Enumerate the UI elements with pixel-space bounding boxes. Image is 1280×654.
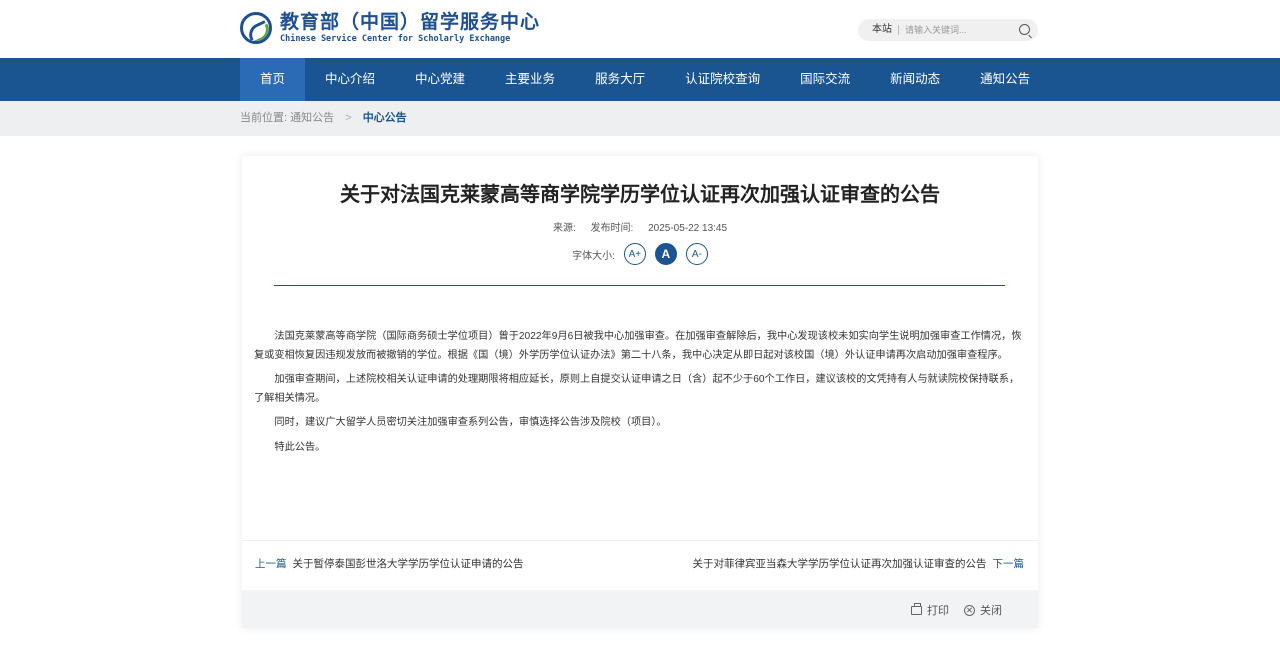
article-title: 关于对法国克莱蒙高等商学院学历学位认证再次加强认证审查的公告: [340, 184, 940, 206]
logo-chinese-name: 教育部（中国）留学服务中心: [280, 10, 541, 33]
next-article-title: 关于对菲律宾亚当森大学学历学位认证再次加强认证审查的公告: [692, 558, 987, 570]
logo-english-name: Chinese Service Center for Scholarly Exc…: [280, 33, 511, 44]
breadcrumb-parent[interactable]: 通知公告: [290, 112, 334, 124]
prev-tag: 上一篇: [255, 558, 287, 570]
article-paragraph: 加强审查期间，上述院校相关认证申请的处理期限将相应延长，原则上自提交认证申请之日…: [254, 374, 1020, 404]
prev-article-title: 关于暂停泰国彭世洛大学学历学位认证申请的公告: [292, 558, 524, 570]
font-size-control: 字体大小: A+ A A-: [242, 243, 1038, 265]
font-increase-button[interactable]: A+: [623, 243, 646, 265]
nav-item-school-query[interactable]: 认证院校查询: [665, 58, 780, 101]
search-scope[interactable]: 本站: [866, 25, 899, 35]
article-body: 法国克莱蒙高等商学院（国际商务硕士学位项目）曾于2022年9月6日被我中心加强审…: [254, 328, 1027, 463]
article-meta: 来源: 发布时间: 2025-05-22 13:45: [242, 219, 1038, 234]
main-nav: 首页 中心介绍 中心党建 主要业务 服务大厅 认证院校查询 国际交流 新闻动态 …: [0, 58, 1280, 101]
next-tag: 下一篇: [992, 558, 1025, 570]
nav-item-about[interactable]: 中心介绍: [305, 58, 395, 101]
breadcrumb: 当前位置: 通知公告 > 中心公告: [240, 101, 407, 136]
close-circle-icon: [964, 604, 975, 616]
search-input[interactable]: [905, 25, 1015, 35]
site-logo[interactable]: 教育部（中国）留学服务中心 Chinese Service Center for…: [240, 10, 540, 46]
nav-item-news[interactable]: 新闻动态: [870, 58, 960, 101]
print-button[interactable]: 打印: [911, 602, 949, 618]
article-tools: 打印 关闭: [242, 590, 1038, 628]
article-source-label: 来源:: [552, 223, 576, 234]
article-publish-time: 发布时间: 2025-05-22 13:45: [591, 223, 728, 234]
logo-text: 教育部（中国）留学服务中心 Chinese Service Center for…: [280, 10, 541, 44]
font-size-label: 字体大小:: [572, 250, 615, 262]
article-pager: 上一篇 关于暂停泰国彭世洛大学学历学位认证申请的公告 关于对菲律宾亚当森大学学历学…: [242, 540, 1038, 590]
nav-item-international[interactable]: 国际交流: [780, 58, 870, 101]
article-paragraph: 特此公告。: [274, 441, 326, 453]
site-header: 教育部（中国）留学服务中心 Chinese Service Center for…: [0, 0, 1280, 58]
search-icon[interactable]: [1019, 24, 1030, 35]
publish-time-value: 2025-05-22 13:45: [648, 223, 728, 234]
print-label: 打印: [927, 605, 949, 617]
article-card: 关于对法国克莱蒙高等商学院学历学位认证再次加强认证审查的公告 来源: 发布时间:…: [242, 156, 1038, 628]
breadcrumb-bar: 当前位置: 通知公告 > 中心公告: [0, 101, 1280, 136]
nav-item-service-hall[interactable]: 服务大厅: [575, 58, 665, 101]
nav-item-home[interactable]: 首页: [240, 58, 306, 101]
article-paragraph: 法国克莱蒙高等商学院（国际商务硕士学位项目）曾于2022年9月6日被我中心加强审…: [254, 331, 1022, 361]
close-button[interactable]: 关闭: [964, 602, 1002, 618]
title-divider: [274, 285, 1005, 286]
breadcrumb-separator: >: [345, 112, 352, 124]
nav-item-notices[interactable]: 通知公告: [960, 58, 1050, 101]
article-paragraph: 同时，建议广大留学人员密切关注加强审查系列公告，审慎选择公告涉及院校（项目）。: [274, 417, 667, 428]
font-decrease-button[interactable]: A-: [685, 243, 708, 265]
nav-item-party[interactable]: 中心党建: [395, 58, 485, 101]
logo-emblem-icon: [240, 12, 272, 44]
close-label: 关闭: [980, 605, 1002, 617]
next-article-link[interactable]: 关于对菲律宾亚当森大学学历学位认证再次加强认证审查的公告 下一篇: [693, 556, 1025, 571]
publish-label: 发布时间:: [590, 223, 634, 234]
font-default-button[interactable]: A: [654, 243, 677, 265]
nav-item-business[interactable]: 主要业务: [485, 58, 575, 101]
printer-icon: [911, 602, 922, 615]
prev-article-link[interactable]: 上一篇 关于暂停泰国彭世洛大学学历学位认证申请的公告: [255, 556, 524, 571]
breadcrumb-prefix: 当前位置:: [240, 112, 288, 124]
breadcrumb-current[interactable]: 中心公告: [363, 112, 407, 124]
search-box: 本站: [858, 19, 1038, 41]
